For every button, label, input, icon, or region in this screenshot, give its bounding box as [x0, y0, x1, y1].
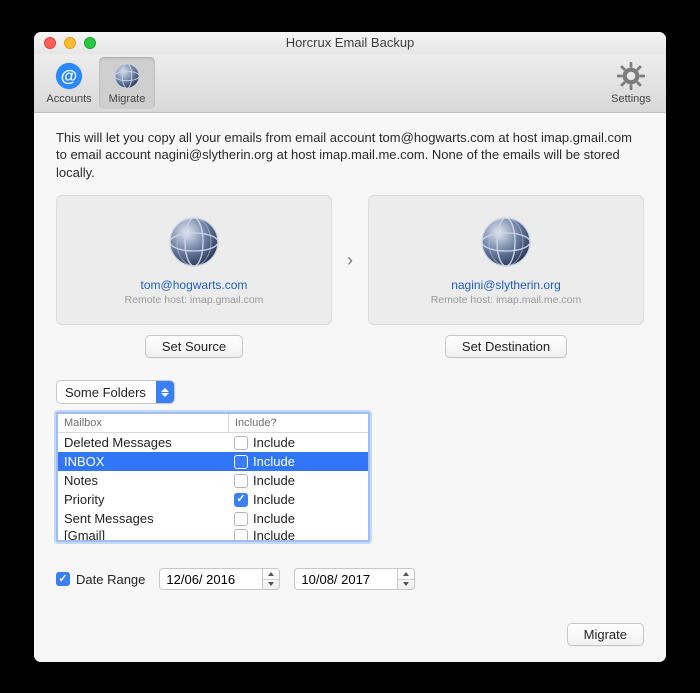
table-row[interactable]: [Gmail] Include	[58, 528, 368, 540]
source-email: tom@hogwarts.com	[141, 278, 248, 292]
zoom-icon[interactable]	[84, 37, 96, 49]
include-checkbox[interactable]	[234, 493, 248, 507]
date-range-checkbox[interactable]	[56, 572, 70, 586]
toolbar-accounts-label: Accounts	[46, 93, 91, 105]
toolbar-accounts[interactable]: @ Accounts	[41, 57, 97, 109]
date-from-stepper[interactable]	[159, 568, 280, 590]
globe-icon	[112, 61, 142, 91]
at-sign-icon: @	[54, 61, 84, 91]
mailbox-cell: INBOX	[58, 454, 228, 469]
globe-icon	[478, 214, 534, 270]
table-row[interactable]: Notes Include	[58, 471, 368, 490]
mailbox-cell: Notes	[58, 473, 228, 488]
date-to-field[interactable]	[294, 568, 397, 590]
chevron-updown-icon	[156, 381, 174, 403]
close-icon[interactable]	[44, 37, 56, 49]
table-row[interactable]: INBOX Include	[58, 452, 368, 471]
app-window: Horcrux Email Backup @ Accounts	[34, 32, 666, 662]
destination-account-card[interactable]: nagini@slytherin.org Remote host: imap.m…	[368, 195, 644, 325]
include-label: Include	[253, 454, 295, 469]
include-cell: Include	[228, 435, 368, 450]
mailbox-cell: Sent Messages	[58, 511, 228, 526]
toolbar-migrate-label: Migrate	[109, 93, 146, 105]
destination-email: nagini@slytherin.org	[451, 278, 561, 292]
source-host: Remote host: imap.gmail.com	[125, 294, 264, 306]
set-destination-button[interactable]: Set Destination	[445, 335, 567, 358]
date-from-field[interactable]	[159, 568, 262, 590]
folder-scope-popup[interactable]: Some Folders	[56, 380, 175, 404]
globe-icon	[166, 214, 222, 270]
include-label: Include	[253, 473, 295, 488]
minimize-icon[interactable]	[64, 37, 76, 49]
destination-host: Remote host: imap.mail.me.com	[431, 294, 582, 306]
include-checkbox[interactable]	[234, 436, 248, 450]
toolbar-settings[interactable]: Settings	[603, 57, 659, 109]
include-label: Include	[253, 492, 295, 507]
include-label: Include	[253, 435, 295, 450]
include-checkbox[interactable]	[234, 529, 248, 541]
migrate-button[interactable]: Migrate	[567, 623, 644, 646]
stepper-icon[interactable]	[397, 568, 415, 590]
include-cell: Include	[228, 454, 368, 469]
include-cell: Include	[228, 473, 368, 488]
mailbox-cell: [Gmail]	[58, 528, 228, 540]
intro-text: This will let you copy all your emails f…	[56, 129, 644, 182]
date-range-label: Date Range	[76, 572, 145, 587]
include-cell: Include	[228, 511, 368, 526]
content-area: This will let you copy all your emails f…	[34, 113, 666, 662]
window-title: Horcrux Email Backup	[286, 35, 415, 50]
toolbar: @ Accounts	[34, 54, 666, 113]
table-row[interactable]: Sent Messages Include	[58, 509, 368, 528]
include-cell: Include	[228, 528, 368, 540]
titlebar: Horcrux Email Backup	[34, 32, 666, 54]
mailbox-cell: Deleted Messages	[58, 435, 228, 450]
chevron-right-icon: ›	[336, 250, 364, 271]
include-cell: Include	[228, 492, 368, 507]
source-account-card[interactable]: tom@hogwarts.com Remote host: imap.gmail…	[56, 195, 332, 325]
include-checkbox[interactable]	[234, 455, 248, 469]
header-mailbox[interactable]: Mailbox	[58, 414, 229, 432]
accounts-row: tom@hogwarts.com Remote host: imap.gmail…	[56, 195, 644, 325]
date-to-stepper[interactable]	[294, 568, 415, 590]
svg-text:@: @	[61, 66, 77, 85]
folder-scope-label: Some Folders	[57, 385, 156, 400]
mailbox-cell: Priority	[58, 492, 228, 507]
include-checkbox[interactable]	[234, 512, 248, 526]
header-include[interactable]: Include?	[229, 414, 368, 432]
set-source-button[interactable]: Set Source	[145, 335, 243, 358]
window-controls	[44, 37, 96, 49]
include-label: Include	[253, 511, 295, 526]
folder-table-header: Mailbox Include?	[58, 414, 368, 433]
toolbar-migrate[interactable]: Migrate	[99, 57, 155, 109]
include-label: Include	[253, 528, 295, 540]
folder-table[interactable]: Mailbox Include? Deleted MessagesInclude…	[56, 412, 370, 542]
toolbar-settings-label: Settings	[611, 93, 651, 105]
stepper-icon[interactable]	[262, 568, 280, 590]
include-checkbox[interactable]	[234, 474, 248, 488]
table-row[interactable]: Deleted Messages Include	[58, 433, 368, 452]
gear-icon	[616, 61, 646, 91]
date-range-row: Date Range	[56, 568, 644, 590]
table-row[interactable]: Priority Include	[58, 490, 368, 509]
